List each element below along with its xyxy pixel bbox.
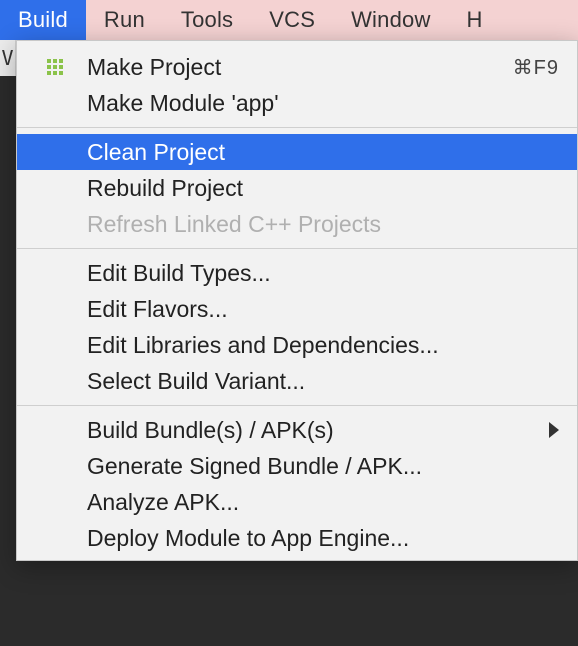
menu-item-edit-flavors[interactable]: Edit Flavors... [17, 291, 577, 327]
menu-item-label: Deploy Module to App Engine... [87, 525, 409, 552]
menu-item-select-build-variant[interactable]: Select Build Variant... [17, 363, 577, 399]
menu-item-clean-project[interactable]: Clean Project [17, 134, 577, 170]
menu-separator [17, 248, 577, 249]
build-dropdown: Make Project ⌘F9 Make Module 'app' Clean… [16, 40, 578, 561]
menu-item-label: Edit Libraries and Dependencies... [87, 332, 439, 359]
menu-run[interactable]: Run [86, 0, 163, 40]
menu-item-label: Make Module 'app' [87, 90, 279, 117]
menu-item-rebuild-project[interactable]: Rebuild Project [17, 170, 577, 206]
toolbar-letter: V [0, 40, 16, 76]
menu-item-label: Analyze APK... [87, 489, 239, 516]
chevron-right-icon [549, 422, 559, 438]
menubar: Build Run Tools VCS Window H [0, 0, 578, 40]
menu-item-label: Build Bundle(s) / APK(s) [87, 417, 334, 444]
menu-item-label: Generate Signed Bundle / APK... [87, 453, 422, 480]
menu-item-make-project[interactable]: Make Project ⌘F9 [17, 49, 577, 85]
menu-item-label: Edit Flavors... [87, 296, 228, 323]
menu-item-label: Select Build Variant... [87, 368, 305, 395]
menu-item-label: Edit Build Types... [87, 260, 271, 287]
menu-separator [17, 405, 577, 406]
menu-item-build-bundles-apks[interactable]: Build Bundle(s) / APK(s) [17, 412, 577, 448]
menu-item-analyze-apk[interactable]: Analyze APK... [17, 484, 577, 520]
menu-build[interactable]: Build [0, 0, 86, 40]
menu-item-deploy-app-engine[interactable]: Deploy Module to App Engine... [17, 520, 577, 556]
menu-item-edit-libraries[interactable]: Edit Libraries and Dependencies... [17, 327, 577, 363]
menu-item-refresh-cpp: Refresh Linked C++ Projects [17, 206, 577, 242]
menu-item-label: Rebuild Project [87, 175, 243, 202]
menu-separator [17, 127, 577, 128]
menu-item-make-module-app[interactable]: Make Module 'app' [17, 85, 577, 121]
menu-item-shortcut: ⌘F9 [513, 55, 559, 80]
menu-vcs[interactable]: VCS [251, 0, 333, 40]
menu-item-edit-build-types[interactable]: Edit Build Types... [17, 255, 577, 291]
menu-item-label: Make Project [87, 54, 221, 81]
menu-window[interactable]: Window [333, 0, 448, 40]
menu-item-label: Refresh Linked C++ Projects [87, 211, 381, 238]
menu-item-label: Clean Project [87, 139, 225, 166]
menu-help[interactable]: H [449, 0, 501, 40]
menu-tools[interactable]: Tools [163, 0, 251, 40]
grid-icon [43, 55, 67, 79]
menu-item-generate-signed[interactable]: Generate Signed Bundle / APK... [17, 448, 577, 484]
